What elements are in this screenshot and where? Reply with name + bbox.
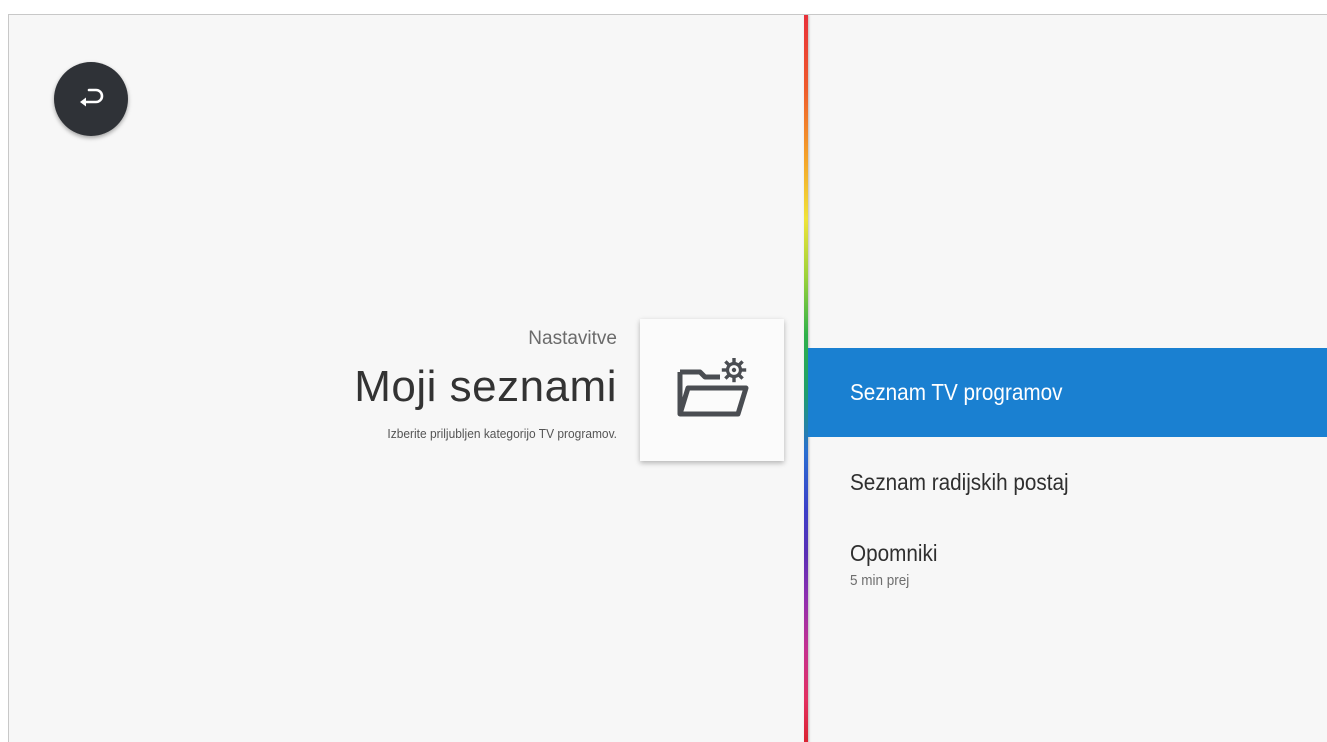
menu-item-tv-channel-list[interactable]: Seznam TV programov [808,348,1327,437]
settings-menu: Seznam TV programov Seznam radijskih pos… [808,348,1327,608]
page-header: Nastavitve Moji seznami Izberite priljub… [57,325,617,443]
breadcrumb: Nastavitve [528,328,617,349]
page-subtitle: Izberite priljubljen kategorijo TV progr… [387,426,617,441]
menu-item-label: Opomniki [850,540,938,566]
page-title: Moji seznami [354,362,617,411]
back-arrow-icon [80,88,104,107]
menu-item-radio-station-list[interactable]: Seznam radijskih postaj [808,437,1327,528]
menu-item-label: Seznam TV programov [850,379,1063,405]
category-icon-card [640,319,784,461]
settings-screen: Nastavitve Moji seznami Izberite priljub… [8,14,1327,742]
folder-settings-icon [677,358,749,417]
menu-item-sublabel: 5 min prej [850,572,910,589]
menu-item-label: Seznam radijskih postaj [850,469,1069,495]
menu-item-reminders[interactable]: Opomniki 5 min prej [808,528,1327,608]
back-button[interactable] [54,62,128,136]
